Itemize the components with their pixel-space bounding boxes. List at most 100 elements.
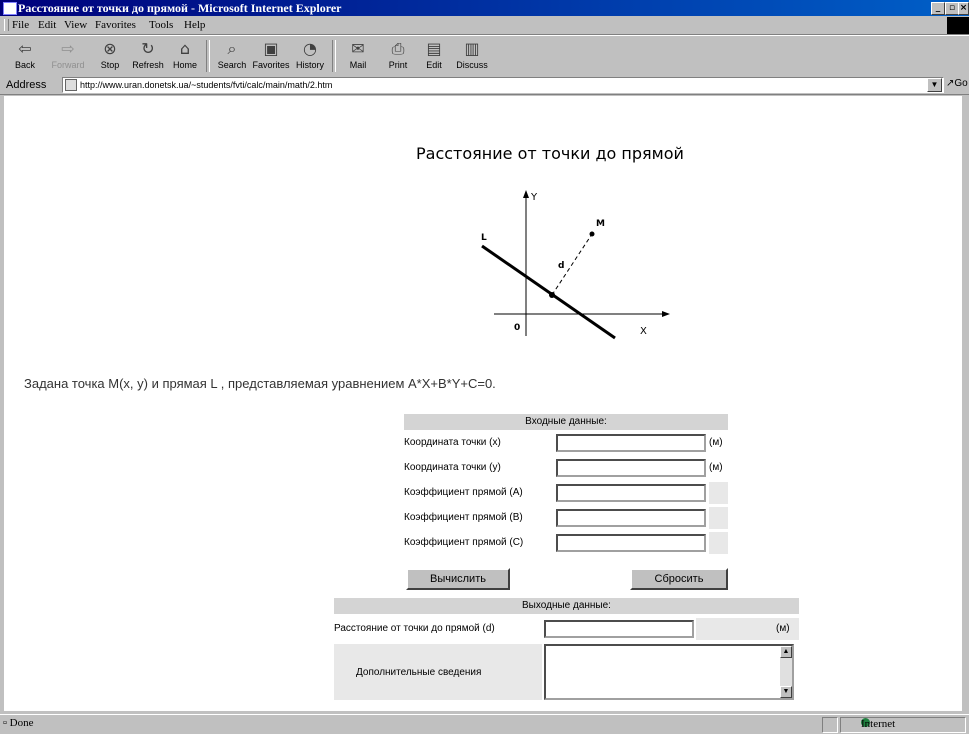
address-bar: Address http://www.uran.donetsk.ua/~stud… — [0, 76, 969, 95]
address-input[interactable]: http://www.uran.donetsk.ua/~students/fvt… — [62, 77, 944, 93]
coef-c-unit-cell — [709, 532, 728, 554]
refresh-icon: ↻ — [141, 39, 155, 58]
coef-b-input[interactable] — [556, 509, 706, 527]
forward-button[interactable]: ⇨ Forward — [48, 38, 88, 74]
scroll-down-icon[interactable]: ▼ — [780, 686, 792, 698]
edit-icon: ▤ — [426, 39, 442, 58]
coef-a-unit-cell — [709, 482, 728, 504]
x-coord-label: Координата точки (x) — [404, 437, 501, 448]
coef-c-input[interactable] — [556, 534, 706, 552]
coef-b-label: Коэффициент прямой (B) — [404, 512, 523, 523]
coef-a-input[interactable] — [556, 484, 706, 502]
go-button[interactable]: ↗Go — [946, 78, 968, 89]
security-zone: Internet — [840, 717, 966, 733]
line-l-label: L — [481, 233, 487, 243]
y-coord-label: Координата точки (y) — [404, 462, 501, 473]
status-bar: ▫ Done Internet — [0, 714, 969, 734]
toolbar: ⇦ Back ⇨ Forward ⊗ Stop ↻ Refresh ⌂ Home… — [0, 35, 969, 77]
favorites-button[interactable]: ▣ Favorites — [251, 38, 291, 74]
x-axis-arrow-icon — [662, 311, 670, 317]
page-icon — [65, 79, 77, 91]
point-m — [589, 231, 595, 237]
x-axis-label: X — [640, 326, 647, 337]
address-label: Address — [6, 79, 47, 91]
print-button[interactable]: ⎙ Print — [378, 38, 418, 74]
home-button[interactable]: ⌂ Home — [165, 38, 205, 74]
forward-arrow-icon: ⇨ — [61, 39, 75, 58]
window-title: Расстояние от точки до прямой - Microsof… — [18, 1, 342, 15]
menu-view[interactable]: View — [64, 19, 87, 31]
menu-edit[interactable]: Edit — [38, 19, 56, 31]
minimize-button[interactable]: _ — [931, 2, 945, 15]
address-dropdown-button[interactable]: ▼ — [927, 78, 942, 92]
close-button[interactable]: × — [958, 2, 969, 15]
mail-icon: ✉ — [351, 39, 365, 58]
favorites-label: Favorites — [252, 60, 290, 70]
stop-label: Stop — [100, 60, 120, 70]
page-title-text: Расстояние от точки до прямой — [416, 144, 684, 163]
edit-label: Edit — [426, 60, 442, 70]
mail-label: Mail — [349, 60, 367, 70]
edit-button[interactable]: ▤ Edit — [414, 38, 454, 74]
coef-a-label: Коэффициент прямой (A) — [404, 487, 523, 498]
search-button[interactable]: ⌕ Search — [212, 38, 252, 74]
calculate-button[interactable]: Вычислить — [406, 568, 510, 590]
coef-c-label: Коэффициент прямой (C) — [404, 537, 524, 548]
zone-label: Internet — [861, 718, 896, 730]
history-button[interactable]: ◔ History — [290, 38, 330, 74]
windows-logo-icon — [947, 17, 969, 34]
scroll-up-icon[interactable]: ▲ — [780, 646, 792, 658]
foot-point — [549, 292, 555, 298]
ie-app-icon[interactable] — [3, 2, 17, 15]
x-coord-input[interactable] — [556, 434, 706, 452]
print-icon: ⎙ — [391, 39, 405, 58]
point-m-label: M — [596, 219, 605, 229]
status-cell — [822, 717, 838, 733]
stop-icon: ⊗ — [103, 39, 117, 58]
distance-output[interactable] — [544, 620, 694, 638]
menu-grip[interactable] — [4, 19, 9, 31]
search-label: Search — [217, 60, 247, 70]
distance-unit: (м) — [776, 623, 790, 634]
point-line-diagram: Y X 0 L M d — [481, 190, 670, 340]
input-header: Входные данные: — [404, 414, 728, 430]
print-label: Print — [388, 60, 408, 70]
y-unit: (м) — [709, 462, 723, 473]
discuss-icon: ▥ — [464, 39, 480, 58]
menu-file[interactable]: File — [12, 19, 29, 31]
y-axis-arrow-icon — [523, 190, 529, 198]
home-icon: ⌂ — [179, 39, 191, 58]
y-coord-input[interactable] — [556, 459, 706, 477]
back-button[interactable]: ⇦ Back — [5, 38, 45, 74]
x-unit: (м) — [709, 437, 723, 448]
distance-d-label: d — [558, 261, 564, 271]
favorites-icon: ▣ — [263, 39, 279, 58]
distance-label: Расстояние от точки до прямой (d) — [334, 623, 495, 634]
search-icon: ⌕ — [227, 39, 237, 58]
coef-b-unit-cell — [709, 507, 728, 529]
textarea-scrollbar[interactable]: ▲ ▼ — [780, 646, 792, 698]
toolbar-separator — [332, 40, 336, 72]
extra-info-label: Дополнительные сведения — [356, 667, 482, 678]
page-content: Расстояние от точки до прямой Y X 0 L M … — [4, 96, 962, 711]
refresh-label: Refresh — [132, 60, 164, 70]
line-l — [481, 244, 616, 340]
back-label: Back — [14, 60, 35, 70]
address-url: http://www.uran.donetsk.ua/~students/fvt… — [80, 80, 333, 90]
title-bar: Расстояние от точки до прямой - Microsof… — [0, 0, 969, 16]
menu-tools[interactable]: Tools — [149, 19, 173, 31]
toolbar-separator — [206, 40, 210, 72]
refresh-button[interactable]: ↻ Refresh — [128, 38, 168, 74]
problem-statement: Задана точка M(x, y) и прямая L , предст… — [24, 376, 496, 391]
output-header: Выходные данные: — [334, 598, 799, 614]
discuss-button[interactable]: ▥ Discuss — [452, 38, 492, 74]
stop-button[interactable]: ⊗ Stop — [90, 38, 130, 74]
mail-button[interactable]: ✉ Mail — [338, 38, 378, 74]
menu-bar: File Edit View Favorites Tools Help — [0, 17, 969, 35]
maximize-button[interactable]: ▫ — [945, 2, 959, 15]
menu-favorites[interactable]: Favorites — [95, 19, 136, 31]
reset-button[interactable]: Сбросить — [630, 568, 728, 590]
extra-info-textarea[interactable]: ▲ ▼ — [544, 644, 794, 700]
menu-help[interactable]: Help — [184, 19, 205, 31]
home-label: Home — [172, 60, 197, 70]
